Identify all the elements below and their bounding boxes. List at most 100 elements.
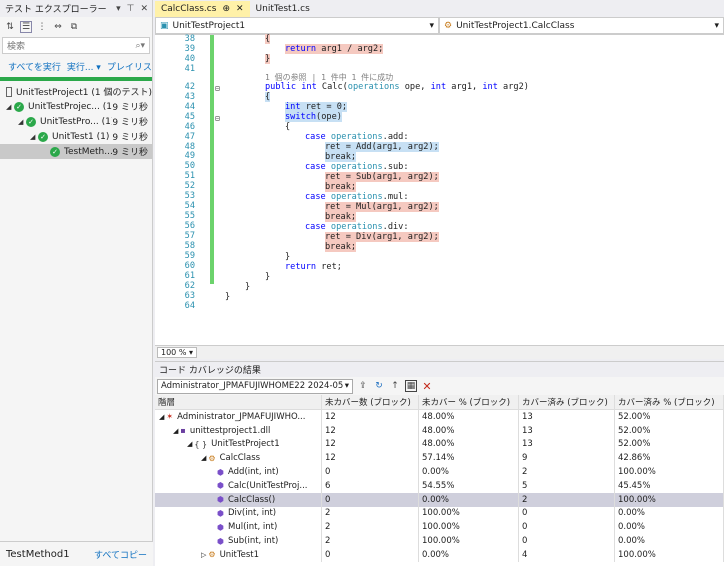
coverage-value-cell: 100.00%	[419, 534, 519, 548]
coverage-name-cell: ▷ ⚙ UnitTest1	[155, 547, 322, 562]
coverage-value-cell: 0	[519, 520, 615, 535]
test-tree-item[interactable]: ◢ ✓ UnitTest1 (1) 9 ミリ秒	[0, 129, 152, 144]
tab-unittest1[interactable]: UnitTest1.cs	[250, 1, 316, 17]
group-icon[interactable]: ⇅	[4, 21, 16, 33]
dropdown-icon[interactable]: ▾	[116, 4, 121, 14]
coverage-result-label: Administrator_JPMAFUJIWHOME22 2024-05	[161, 381, 344, 391]
code-line-40: }	[265, 54, 271, 64]
method-icon: ⬢	[217, 536, 224, 546]
coverage-value-cell: 48.00%	[419, 437, 519, 452]
test-detail-bar: TestMethod1 すべてコピー	[0, 541, 153, 566]
coverage-row[interactable]: ◢ ⚙ CalcClass 12 57.14% 9 42.86%	[155, 451, 724, 466]
expand-arrow-icon[interactable]: ◢	[159, 413, 164, 421]
test-progress-bar	[0, 77, 152, 81]
expand-arrow-icon[interactable]: ◢	[30, 133, 38, 141]
coverage-value-cell: 0.00%	[419, 465, 519, 479]
coverage-row[interactable]: ⬢ CalcClass() 0 0.00% 2 100.00%	[155, 492, 724, 507]
column-header[interactable]: 階層	[155, 395, 322, 409]
test-duration: 9 ミリ秒	[112, 148, 148, 158]
coverage-margin	[210, 35, 214, 284]
code-area[interactable]: { return arg1 / arg2; } 1 個の参照 | 1 件中 1 …	[225, 34, 724, 345]
column-header[interactable]: 未カバー % (ブロック)	[419, 395, 519, 409]
run-all-link[interactable]: すべてを実行	[8, 60, 61, 73]
coverage-value-cell: 100.00%	[615, 547, 724, 562]
coverage-name-cell: ⬢ Add(int, int)	[155, 465, 322, 479]
code-line-63: }	[225, 292, 231, 302]
import-icon[interactable]: ⇪	[357, 380, 369, 392]
coverage-row[interactable]: ⬢ Sub(int, int) 2 100.00% 0 0.00%	[155, 534, 724, 548]
pin-icon[interactable]: ⊤	[127, 4, 135, 14]
refresh-icon[interactable]: ↻	[373, 380, 385, 392]
coverage-value-cell: 0.00%	[419, 547, 519, 562]
coverage-row[interactable]: ⬢ Calc(UnitTestProj... 6 54.55% 5 45.45%	[155, 478, 724, 493]
coverage-row[interactable]: ⬢ Mul(int, int) 2 100.00% 0 0.00%	[155, 520, 724, 535]
zoom-dropdown[interactable]: 100 % ▾	[157, 347, 197, 358]
playlist-link[interactable]: プレイリス	[107, 60, 152, 73]
test-tree-item[interactable]: ◢ ✓ UnitTestPro... (1) 9 ミリ秒	[0, 114, 152, 129]
coverage-row[interactable]: ◢ { } UnitTestProject1 12 48.00% 13 52.00%	[155, 437, 724, 452]
collapse-icon[interactable]: ⊟	[215, 84, 220, 93]
coverage-value-cell: 12	[322, 423, 419, 438]
coverage-result-select[interactable]: Administrator_JPMAFUJIWHOME22 2024-05 ▾	[157, 378, 353, 394]
coverage-row[interactable]: ⬢ Div(int, int) 2 100.00% 0 0.00%	[155, 506, 724, 521]
tab-calcclass[interactable]: CalcClass.cs ⊕ ✕	[155, 1, 250, 17]
passed-icon: ✓	[38, 131, 48, 142]
expand-arrow-icon[interactable]: ◢	[187, 440, 192, 448]
up-arrow-icon[interactable]: ↑	[389, 380, 401, 392]
navigation-bar: ▣ UnitTestProject1 ▾ ⚙ UnitTestProject1.…	[155, 17, 724, 35]
project-label: UnitTestProject1	[172, 20, 246, 31]
code-line-42: public int Calc(operations ope, int arg1…	[265, 82, 529, 92]
list-icon[interactable]: ☰	[20, 21, 32, 33]
tab-label: CalcClass.cs	[161, 4, 217, 14]
coverage-row[interactable]: ◢ ✶ Administrator_JPMAFUJIWHO... 12 48.00% 1…	[155, 410, 724, 424]
class-icon: ⚙	[208, 550, 216, 560]
test-explorer-title-bar: テスト エクスプローラー ▾ ⊤ ✕	[0, 0, 152, 17]
expand-arrow-icon[interactable]: ▷	[201, 551, 206, 559]
coverage-value-cell: 12	[322, 410, 419, 424]
coverage-value-cell: 52.00%	[615, 437, 724, 452]
passed-icon: ✓	[50, 146, 60, 157]
coverage-value-cell: 4	[519, 547, 615, 562]
coverage-value-cell: 2	[519, 465, 615, 479]
code-editor[interactable]: 38 39 40 41 42 43 44 45 46 47 48 49 50 51 52 53 54 55 56 57…	[155, 34, 724, 345]
method-icon: ⬢	[217, 467, 224, 477]
coverage-value-cell: 2	[322, 520, 419, 535]
column-header[interactable]: 未カバー数 (ブロック)	[322, 395, 419, 409]
playlist-icon[interactable]: ⧉	[68, 21, 80, 33]
column-header[interactable]: カバー済み (ブロック)	[519, 395, 615, 409]
passed-icon: ✓	[14, 101, 24, 112]
class-icon: ⚙	[444, 20, 453, 31]
collapse-icon[interactable]: ⊟	[215, 114, 220, 123]
delete-icon[interactable]: ✕	[421, 380, 433, 393]
expand-icon[interactable]: ⇔	[52, 21, 64, 33]
expand-arrow-icon[interactable]: ◢	[173, 427, 178, 435]
test-search-input[interactable]: 検索 ⌕▾	[2, 37, 150, 54]
expand-arrow-icon[interactable]: ◢	[201, 454, 206, 462]
project-dropdown[interactable]: ▣ UnitTestProject1 ▾	[155, 17, 439, 34]
coverage-row[interactable]: ⬢ Add(int, int) 0 0.00% 2 100.00%	[155, 465, 724, 479]
coverage-name-cell: ⬢ CalcClass()	[155, 492, 322, 507]
class-dropdown[interactable]: ⚙ UnitTestProject1.CalcClass ▾	[439, 17, 724, 34]
test-summary: UnitTestProject1 (1 個のテスト)	[0, 84, 152, 99]
filter-icon[interactable]: ⋮	[36, 21, 48, 33]
expand-arrow-icon[interactable]: ◢	[18, 118, 26, 126]
expand-arrow-icon[interactable]: ◢	[6, 103, 14, 111]
coverage-name: CalcClass	[219, 453, 261, 464]
copy-all-link[interactable]: すべてコピー	[94, 548, 147, 561]
test-tree-item[interactable]: ✓ TestMeth... 9 ミリ秒	[0, 144, 152, 159]
highlight-icon[interactable]: ▦	[405, 380, 417, 392]
run-link[interactable]: 実行... ▾	[67, 60, 101, 73]
test-tree-item[interactable]: ◢ ✓ UnitTestProjec... (1) 9 ミリ秒	[0, 99, 152, 114]
coverage-row[interactable]: ▷ ⚙ UnitTest1 0 0.00% 4 100.00%	[155, 547, 724, 562]
coverage-row[interactable]: ◢ ▪ unittestproject1.dll 12 48.00% 13 52.00%	[155, 423, 724, 438]
coverage-value-cell: 2	[322, 506, 419, 521]
line-number: 41	[184, 63, 195, 74]
close-icon[interactable]: ✕	[236, 4, 244, 14]
coverage-value-cell: 0.00%	[615, 534, 724, 548]
line-number: 47	[184, 131, 195, 142]
close-icon[interactable]: ✕	[140, 4, 148, 14]
search-icon[interactable]: ⌕▾	[135, 41, 145, 51]
column-header[interactable]: カバー済み % (ブロック)	[615, 395, 724, 409]
test-explorer-panel: テスト エクスプローラー ▾ ⊤ ✕ ⇅ ☰ ⋮ ⇔ ⧉ 検索 ⌕▾ すべてを実…	[0, 0, 153, 566]
pin-icon[interactable]: ⊕	[222, 4, 230, 14]
